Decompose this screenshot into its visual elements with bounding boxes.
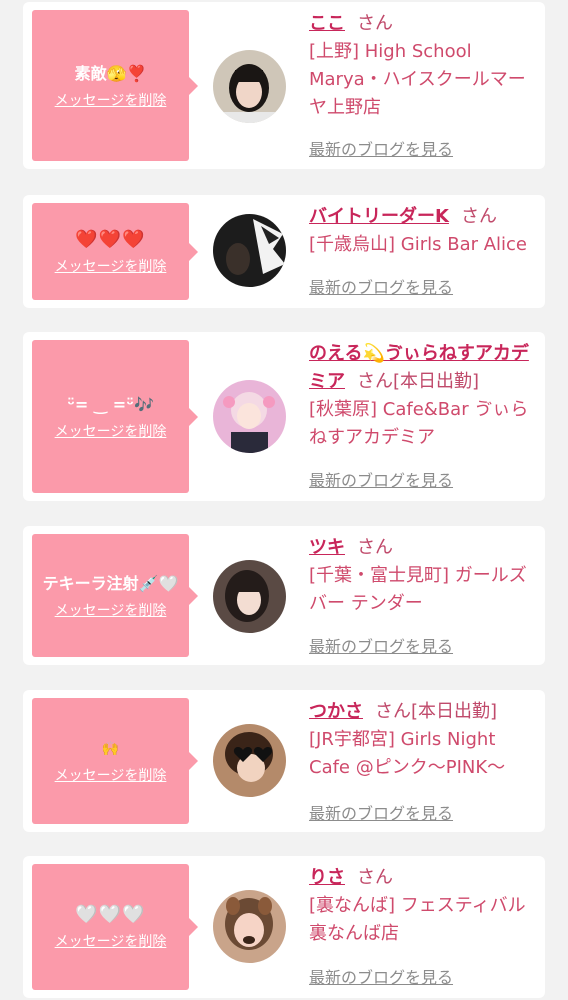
message-text: 🤍🤍🤍 bbox=[75, 904, 146, 925]
avatar[interactable] bbox=[213, 560, 286, 633]
message-bubble: ᵕ̈= ‿ =ᵕ̈🎶 メッセージを削除 bbox=[32, 340, 198, 493]
list-item: テキーラ注射💉🤍 メッセージを削除 ツキ さん [千葉・富士見町] ガールズバー … bbox=[23, 526, 545, 665]
honorific: さん bbox=[357, 13, 393, 34]
list-item: ❤️❤️❤️ メッセージを削除 バイトリーダーK さん [千歳烏山] Girls … bbox=[23, 195, 545, 308]
blog-link[interactable]: 最新のブログを見る bbox=[309, 633, 453, 657]
message-bubble: 素敵🫣❣️ メッセージを削除 bbox=[32, 10, 198, 161]
message-bubble: 🤍🤍🤍 メッセージを削除 bbox=[32, 864, 198, 990]
delete-message-link[interactable]: メッセージを削除 bbox=[55, 602, 167, 620]
blog-link[interactable]: 最新のブログを見る bbox=[309, 136, 453, 160]
avatar[interactable] bbox=[213, 214, 286, 287]
girl-info: のえる💫ゔぃらねすアカデミア さん[本日出勤] [秋葉原] Cafe&Bar ゔぃ… bbox=[309, 340, 541, 452]
message-text: テキーラ注射💉🤍 bbox=[42, 573, 179, 593]
message-bubble: ❤️❤️❤️ メッセージを削除 bbox=[32, 203, 198, 300]
list-item: ᵕ̈= ‿ =ᵕ̈🎶 メッセージを削除 のえる💫ゔぃらねすアカデミア さん[本日出… bbox=[23, 332, 545, 501]
shop-name: [上野] High School Marya・ハイスクールマーヤ上野店 bbox=[309, 41, 526, 118]
blog-link[interactable]: 最新のブログを見る bbox=[309, 800, 453, 824]
message-text: ᵕ̈= ‿ =ᵕ̈🎶 bbox=[67, 394, 154, 414]
shop-name: [千歳烏山] Girls Bar Alice bbox=[309, 234, 528, 255]
message-bubble: 🙌 メッセージを削除 bbox=[32, 698, 198, 824]
shop-name: [千葉・富士見町] ガールズバー テンダー bbox=[309, 565, 527, 614]
honorific: さん bbox=[357, 537, 393, 558]
delete-message-link[interactable]: メッセージを削除 bbox=[55, 423, 167, 441]
avatar-photo-icon bbox=[213, 724, 286, 797]
message-text: 🙌 bbox=[101, 741, 120, 757]
delete-message-link[interactable]: メッセージを削除 bbox=[55, 933, 167, 951]
girl-name-link[interactable]: つかさ bbox=[309, 701, 363, 722]
delete-message-link[interactable]: メッセージを削除 bbox=[55, 92, 167, 110]
avatar-photo-icon bbox=[213, 214, 286, 287]
delete-message-link[interactable]: メッセージを削除 bbox=[55, 258, 167, 276]
blog-link[interactable]: 最新のブログを見る bbox=[309, 964, 453, 988]
status-badge: [本日出勤] bbox=[393, 371, 480, 392]
avatar[interactable] bbox=[213, 380, 286, 453]
avatar-photo-icon bbox=[213, 50, 286, 123]
girl-name-link[interactable]: ツキ bbox=[309, 537, 345, 558]
blog-link[interactable]: 最新のブログを見る bbox=[309, 274, 453, 298]
shop-name: [裏なんば] フェスティバル 裏なんば店 bbox=[309, 895, 526, 944]
girl-name-link[interactable]: バイトリーダーK bbox=[309, 206, 449, 227]
girl-info: ツキ さん [千葉・富士見町] ガールズバー テンダー bbox=[309, 534, 541, 618]
message-bubble: テキーラ注射💉🤍 メッセージを削除 bbox=[32, 534, 198, 657]
honorific: さん bbox=[357, 867, 393, 888]
girl-info: ここ さん [上野] High School Marya・ハイスクールマーヤ上野店 bbox=[309, 10, 541, 122]
honorific: さん bbox=[375, 701, 411, 722]
list-item: 🤍🤍🤍 メッセージを削除 りさ さん [裏なんば] フェスティバル 裏なんば店 最… bbox=[23, 856, 545, 998]
status-badge: [本日出勤] bbox=[411, 701, 498, 722]
girl-name-link[interactable]: ここ bbox=[309, 13, 345, 34]
message-list: 素敵🫣❣️ メッセージを削除 ここ さん [上野] High School Mar… bbox=[0, 0, 568, 1000]
list-item: 素敵🫣❣️ メッセージを削除 ここ さん [上野] High School Mar… bbox=[23, 2, 545, 169]
avatar[interactable] bbox=[213, 890, 286, 963]
avatar[interactable] bbox=[213, 724, 286, 797]
message-text: ❤️❤️❤️ bbox=[75, 228, 146, 250]
honorific: さん bbox=[357, 371, 393, 392]
avatar[interactable] bbox=[213, 50, 286, 123]
girl-info: つかさ さん[本日出勤] [JR宇都宮] Girls Night Cafe @ピン… bbox=[309, 698, 541, 782]
avatar-photo-icon bbox=[213, 380, 286, 453]
avatar-photo-icon bbox=[213, 560, 286, 633]
avatar-photo-icon bbox=[213, 890, 286, 963]
blog-link[interactable]: 最新のブログを見る bbox=[309, 467, 453, 491]
girl-info: バイトリーダーK さん [千歳烏山] Girls Bar Alice bbox=[309, 203, 541, 259]
delete-message-link[interactable]: メッセージを削除 bbox=[55, 767, 167, 785]
message-text: 素敵🫣❣️ bbox=[74, 63, 147, 83]
list-item: 🙌 メッセージを削除 つかさ さん[本日出勤] [JR宇都宮] Girls Nig… bbox=[23, 690, 545, 832]
honorific: さん bbox=[460, 206, 497, 227]
shop-name: [秋葉原] Cafe&Bar ゔぃらねすアカデミア bbox=[309, 399, 529, 448]
girl-info: りさ さん [裏なんば] フェスティバル 裏なんば店 bbox=[309, 864, 541, 948]
girl-name-link[interactable]: りさ bbox=[309, 867, 345, 888]
shop-name: [JR宇都宮] Girls Night Cafe @ピンク～PINK～ bbox=[309, 729, 506, 778]
